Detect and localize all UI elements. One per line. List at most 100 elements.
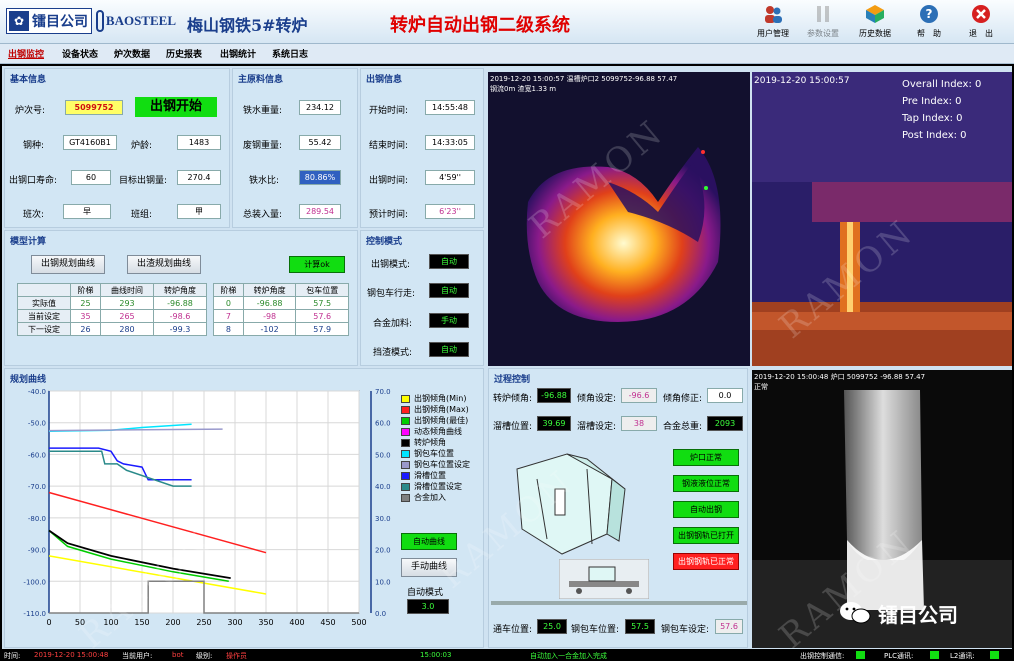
help-icon: ? [920, 5, 938, 23]
overall-index: Overall Index: 0 [902, 79, 982, 90]
tap-info-panel: 出钢信息 开始时间: 14:55:48 结束时间: 14:33:05 出钢时间:… [360, 68, 484, 228]
x-tick-label: 350 [258, 618, 273, 627]
table-cell: 下一设定 [17, 322, 71, 336]
tap-start-value: 14:55:48 [425, 100, 475, 115]
tab-history-report[interactable]: 历史报表 [166, 47, 202, 60]
y-right-tick-label: 60.0 [375, 420, 391, 428]
main-content: 基本信息 炉次号: 5099752 出钢开始 钢种: GT4160B1 炉龄: … [2, 66, 1012, 657]
pre-index: Pre Index: 0 [902, 96, 962, 107]
shift-label: 班次: [23, 210, 45, 220]
tap-predicted-value: 6'23'' [425, 204, 475, 219]
target-weight-value: 270.4 [177, 170, 221, 185]
ladle-set-value[interactable]: 57.6 [715, 619, 743, 634]
alloy-weight-value: 2093 [707, 416, 743, 431]
tilt-correction-value[interactable]: 0.0 [707, 388, 743, 403]
legend-swatch [401, 449, 410, 458]
chute-set-value[interactable]: 38 [621, 416, 657, 431]
x-tick-label: 500 [351, 618, 366, 627]
legend-label: 出钢倾角(Min) [414, 394, 467, 403]
table-row: 7 -98 57.6 [213, 309, 349, 323]
help-button[interactable]: ? 帮 助 [906, 3, 952, 41]
table-cell: 57.6 [295, 309, 349, 323]
control-mode-value[interactable]: 自动 [429, 342, 469, 357]
history-data-button[interactable]: 历史数据 [852, 3, 898, 41]
table-header: 阶梯 [69, 283, 102, 297]
table-row: 当前设定 35 265 -98.6 [17, 309, 207, 323]
tilt-label: 转炉倾角: [493, 394, 533, 404]
chart-legend: 出钢倾角(Min) 出钢倾角(Max) 出钢倾角(最佳) 动态倾角曲线 转炉倾角 钢包车位… [401, 393, 483, 503]
tap-curve-button[interactable]: 出钢规划曲线 [31, 255, 105, 274]
shift-value: 早 [63, 204, 111, 219]
x-tick-label: 200 [165, 618, 180, 627]
center-clock: 15:00:03 [420, 651, 452, 659]
legend-label: 出钢倾角(Max) [414, 405, 469, 414]
legend-item: 滑槽位置 [401, 470, 483, 481]
x-tick-label: 300 [227, 618, 242, 627]
table-header-row: 阶梯 转炉角度 包车位置 [213, 283, 349, 297]
calc-ok-button[interactable]: 计算ok [289, 256, 345, 273]
cam2-time: 2019-12-20 15:00:57 [754, 76, 850, 86]
table-cell: 26 [69, 322, 102, 336]
exit-button[interactable]: 退 出 [958, 3, 1004, 41]
status-button-furnace-normal[interactable]: 炉口正常 [673, 449, 739, 467]
table-header-row: 阶梯 曲线时间 转炉角度 [17, 283, 207, 297]
table-row: 0 -96.88 57.5 [213, 296, 349, 310]
tab-system-log[interactable]: 系统日志 [272, 47, 308, 60]
auto-mode-value: 3.0 [407, 599, 449, 614]
user-management-button[interactable]: 用户管理 [750, 3, 796, 41]
auto-curve-button[interactable]: 自动曲线 [401, 533, 457, 550]
legend-item: 滑槽位置设定 [401, 481, 483, 492]
target-weight-label: 目标出钢量: [119, 176, 168, 186]
y-right-tick-label: 10.0 [375, 578, 391, 586]
legend-swatch [401, 416, 410, 425]
tap-end-label: 结束时间: [369, 141, 409, 151]
tap-start-label: 开始时间: [369, 106, 409, 116]
table-cell: 280 [100, 322, 154, 336]
l2-comm-label: L2通讯: [950, 652, 975, 660]
table-row: 下一设定 26 280 -99.3 [17, 322, 207, 336]
table-cell: 35 [69, 309, 102, 323]
legend-item: 动态倾角曲线 [401, 426, 483, 437]
company-logo: ✿ 镭目公司 [6, 8, 92, 34]
legend-label: 滑槽位置设定 [414, 482, 462, 491]
cam1-overlay: 2019-12-20 15:00:57 温槽炉口2 5099752-96.88 … [490, 75, 678, 83]
tilt-set-label: 倾角设定: [577, 394, 617, 404]
status-button-rail-normal[interactable]: 出钢钢轨已正常 [673, 553, 739, 571]
legend-item: 出钢倾角(最佳) [401, 415, 483, 426]
plc-comm-indicator [930, 651, 939, 659]
time-label: 时间: [4, 652, 21, 660]
control-mode-value[interactable]: 手动 [429, 313, 469, 328]
tilt-value: -96.88 [537, 388, 571, 403]
status-button-liquid-level-normal[interactable]: 钢液液位正常 [673, 475, 739, 493]
table-cell: 25 [69, 296, 102, 310]
tab-equipment-status[interactable]: 设备状态 [62, 47, 98, 60]
user-value: bot [172, 651, 184, 659]
y-left-tick-label: -100.0 [23, 578, 46, 586]
control-mode-value[interactable]: 自动 [429, 254, 469, 269]
tap-info-title: 出钢信息 [366, 75, 403, 85]
level-value: 操作员 [226, 652, 247, 660]
tilt-set-value[interactable]: -96.6 [621, 388, 657, 403]
table-header [17, 283, 71, 297]
tab-heat-data[interactable]: 炉次数据 [114, 47, 150, 60]
legend-label: 钢包车位置 [414, 449, 454, 458]
y-left-tick-label: -90.0 [28, 547, 46, 555]
tilt-correction-label: 倾角修正: [663, 394, 703, 404]
tap-duration-label: 出钢时间: [369, 176, 409, 186]
status-button-auto-tapping[interactable]: 自动出钢 [673, 501, 739, 519]
legend-swatch [401, 460, 410, 469]
manual-curve-button[interactable]: 手动曲线 [401, 558, 457, 577]
cam3-overlay: 2019-12-20 15:00:48 炉口 5099752 -96.88 57… [754, 373, 926, 381]
legend-swatch [401, 482, 410, 491]
tab-tap-statistics[interactable]: 出钢统计 [220, 47, 256, 60]
tab-tap-monitor[interactable]: 出钢监控 [8, 47, 44, 60]
basic-info-panel: 基本信息 炉次号: 5099752 出钢开始 钢种: GT4160B1 炉龄: … [4, 68, 230, 228]
team-value: 甲 [177, 204, 221, 219]
time-value: 2019-12-20 15:00:48 [34, 651, 109, 659]
slag-curve-button[interactable]: 出渣规划曲线 [127, 255, 201, 274]
model-calc-panel: 模型计算 出钢规划曲线 出渣规划曲线 计算ok 阶梯 曲线时间 转炉角度 实际值… [4, 230, 358, 366]
control-mode-value[interactable]: 自动 [429, 283, 469, 298]
status-button-rail-opened[interactable]: 出钢钢轨已打开 [673, 527, 739, 545]
grade-value: GT4160B1 [63, 135, 117, 150]
parameter-settings-button[interactable]: 参数设置 [800, 3, 846, 41]
